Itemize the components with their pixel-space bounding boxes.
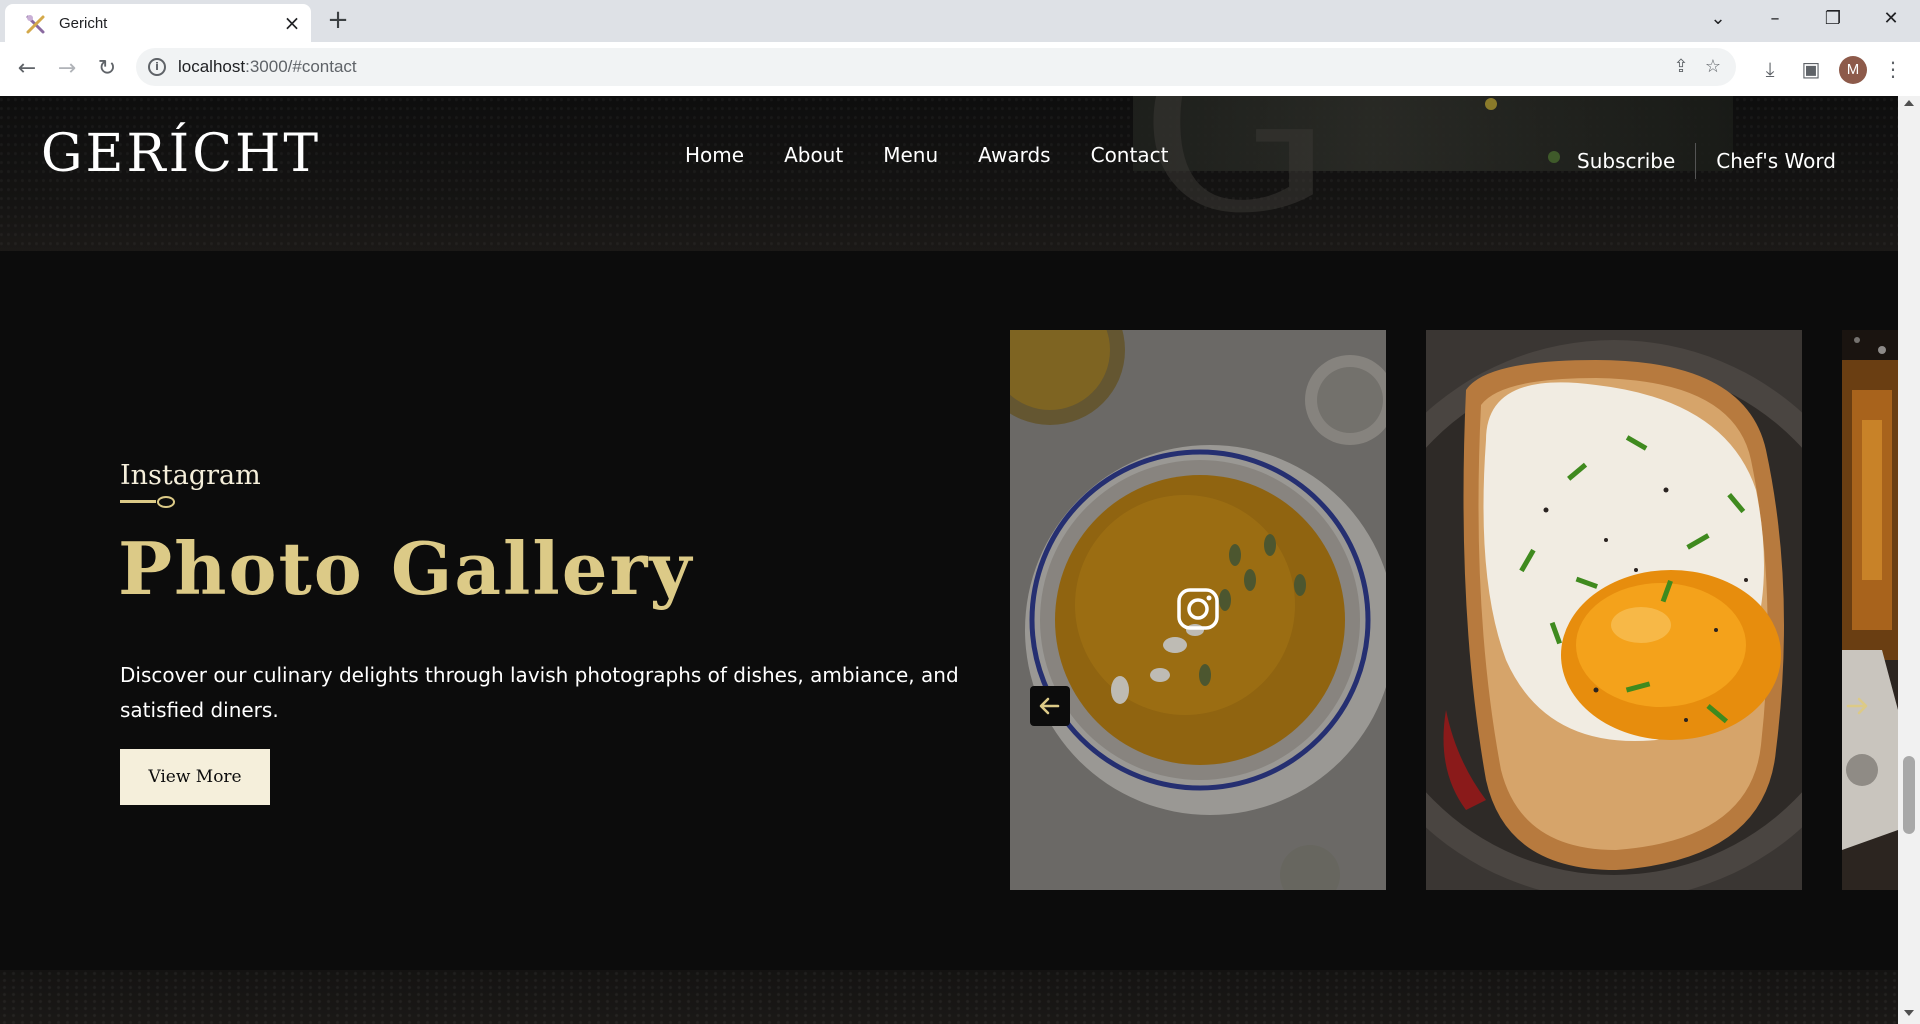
instagram-icon[interactable]: [1177, 588, 1219, 630]
spoon-divider-icon: [120, 496, 175, 508]
nav-link-awards[interactable]: Awards: [978, 143, 1050, 167]
drink-photo: [1842, 330, 1898, 890]
browser-chrome: Gericht × + ⌄ – ❐ ✕ ← → ↻ i localhost:30…: [0, 0, 1920, 96]
page-scrollbar[interactable]: [1898, 96, 1920, 1024]
share-icon[interactable]: ⇪: [1670, 56, 1692, 78]
tab-close-icon[interactable]: ×: [281, 12, 303, 34]
browser-toolbar: ← → ↻ i localhost:3000/#contact ⇪ ☆ ⤓ ▣ …: [0, 42, 1920, 96]
address-bar[interactable]: i localhost:3000/#contact ⇪ ☆: [136, 48, 1736, 86]
nav-divider: [1695, 143, 1697, 179]
gallery-card-soup[interactable]: [1010, 330, 1386, 890]
scroll-down-icon[interactable]: [1904, 1010, 1914, 1016]
gallery-card-drink[interactable]: [1842, 330, 1898, 890]
url-text[interactable]: localhost:3000/#contact: [178, 57, 357, 77]
navbar: GERÍCHT Home About Menu Awards Contact S…: [0, 96, 1898, 206]
site-info-icon[interactable]: i: [148, 58, 166, 76]
browser-menu-icon[interactable]: ⋮: [1880, 56, 1906, 82]
subscribe-link[interactable]: Subscribe: [1577, 149, 1675, 173]
reload-icon[interactable]: ↻: [93, 55, 121, 83]
fried-egg-toast-photo: [1426, 330, 1802, 890]
scrollbar-thumb[interactable]: [1903, 756, 1915, 834]
view-more-button[interactable]: View More: [120, 749, 270, 805]
scroll-up-icon[interactable]: [1904, 100, 1914, 106]
section-description: Discover our culinary delights through l…: [120, 663, 959, 722]
gericht-favicon-icon: [26, 15, 45, 34]
tab-strip: Gericht × + ⌄ – ❐ ✕: [0, 0, 1920, 42]
forward-icon[interactable]: →: [53, 55, 81, 83]
bookmark-star-icon[interactable]: ☆: [1702, 56, 1724, 78]
back-icon[interactable]: ←: [13, 55, 41, 83]
section-subtitle: Instagram: [120, 460, 261, 491]
nav-link-home[interactable]: Home: [685, 143, 744, 167]
gallery-arrow-left-icon[interactable]: [1030, 686, 1070, 726]
download-icon[interactable]: ⤓: [1757, 56, 1783, 82]
gericht-logo[interactable]: GERÍCHT: [41, 124, 321, 184]
close-window-icon[interactable]: ✕: [1876, 6, 1906, 32]
nav-actions: Subscribe Chef's Word: [1577, 143, 1836, 179]
tab-search-icon[interactable]: ⌄: [1703, 6, 1733, 32]
browser-tab[interactable]: Gericht ×: [5, 4, 311, 42]
nav-link-menu[interactable]: Menu: [883, 143, 938, 167]
nav-link-about[interactable]: About: [784, 143, 843, 167]
minimize-icon[interactable]: –: [1760, 6, 1790, 32]
chefs-word-link[interactable]: Chef's Word: [1716, 149, 1836, 173]
tab-title: Gericht: [59, 15, 108, 32]
nav-link-contact[interactable]: Contact: [1091, 143, 1169, 167]
restore-icon[interactable]: ❐: [1818, 6, 1848, 32]
section-title: Photo Gallery: [118, 526, 694, 611]
photo-gallery-carousel: [1010, 330, 1898, 890]
side-panel-icon[interactable]: ▣: [1798, 56, 1824, 82]
nav-links: Home About Menu Awards Contact: [685, 143, 1168, 167]
profile-avatar[interactable]: M: [1839, 56, 1867, 84]
page-viewport: G GERÍCHT Home About Menu Awards Contact…: [0, 96, 1898, 1024]
new-tab-icon[interactable]: +: [325, 7, 351, 34]
gallery-arrow-right-icon[interactable]: [1838, 686, 1878, 726]
gallery-card-egg[interactable]: [1426, 330, 1802, 890]
footer-texture-band: [0, 970, 1898, 1024]
